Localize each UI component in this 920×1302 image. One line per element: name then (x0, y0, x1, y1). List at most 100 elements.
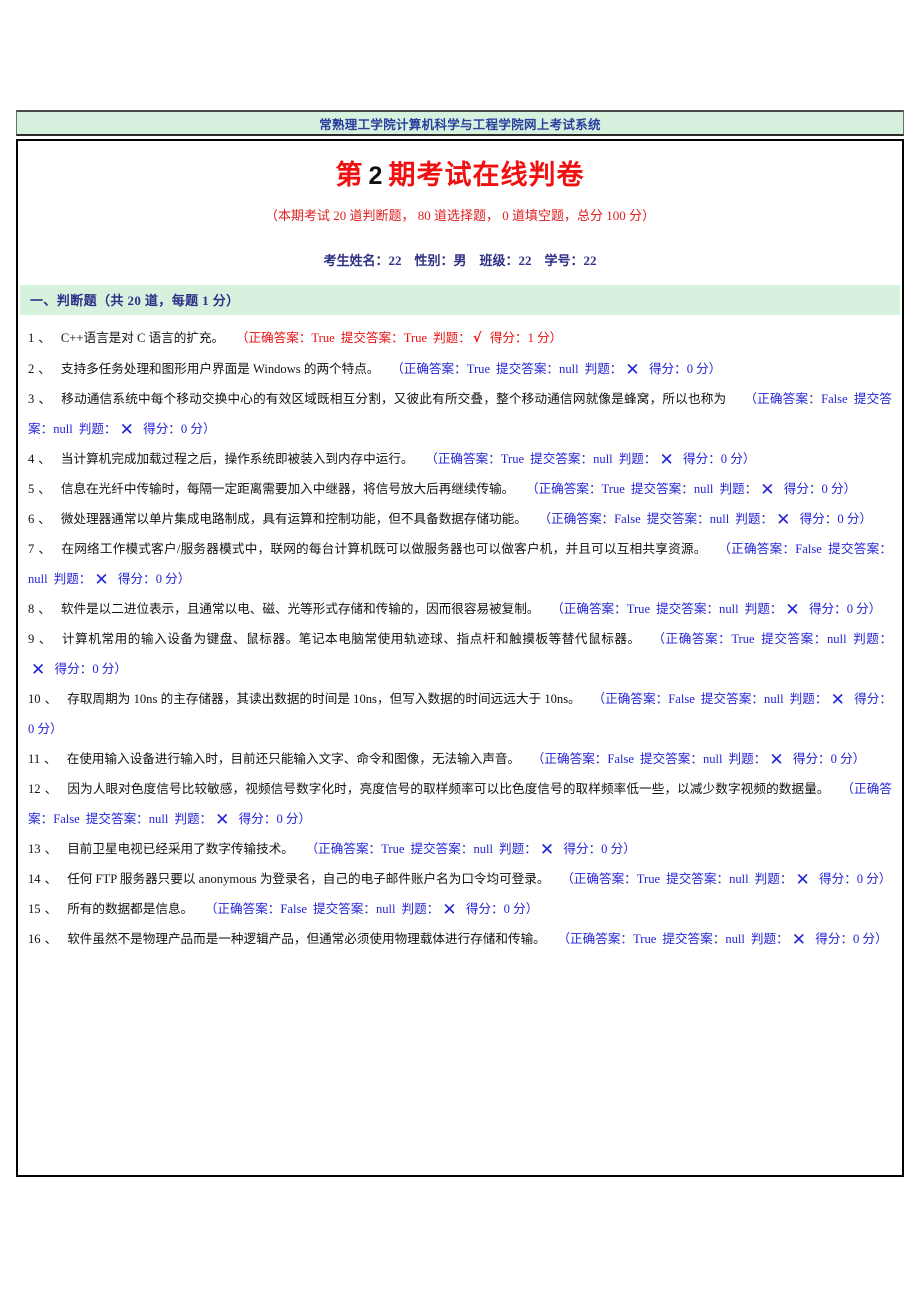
question-number-separator: 、 (44, 781, 58, 796)
exam-sheet: 第 2 期考试在线判卷 （本期考试 20 道判断题， 80 道选择题， 0 道填空题… (16, 139, 904, 1177)
correct-answer-label: 正确答案： (757, 391, 822, 406)
cross-mark-icon: ✕ (785, 599, 800, 620)
correct-answer-label: 正确答案： (551, 511, 615, 526)
question-number: 12 (28, 781, 41, 796)
paren-close: ） (549, 330, 563, 345)
question-item: 11、在使用输入设备进行输入时，目前还只能输入文字、命令和图像，无法输入声音。（… (28, 744, 892, 774)
score-label: 得分： (847, 691, 893, 706)
score-label: 得分： (802, 601, 847, 616)
judgement-label: 判题： (78, 421, 117, 436)
cross-mark-icon: ✕ (625, 359, 640, 380)
score-label: 得分： (786, 751, 831, 766)
judgement-label: 判题： (789, 691, 828, 706)
answer-annotation: （正确答案：True提交答案：null判题：✕ 得分：0 分） (539, 601, 881, 618)
cross-mark-icon: ✕ (760, 479, 775, 500)
answer-annotation: （正确答案：True提交答案：null判题：✕ 得分：0 分） (514, 481, 857, 498)
answer-annotation: （正确答案：True提交答案：null判题：✕ 得分：0 分） (414, 451, 756, 468)
submitted-answer-value: null (719, 601, 739, 616)
correct-answer-value: True (636, 871, 661, 886)
correct-answer-value: False (53, 811, 80, 826)
question-text: 目前卫星电视已经采用了数字传输技术。 (67, 841, 294, 856)
question-item: 14、任何 FTP 服务器只要以 anonymous 为登录名，自己的电子邮件账… (28, 864, 892, 894)
paren-close: ） (50, 721, 63, 736)
submitted-answer-label: 提交答案： (662, 931, 726, 946)
paren-close: ） (878, 871, 892, 886)
judgement-label: 判题： (719, 481, 758, 496)
correct-answer-label: 正确答案： (248, 330, 312, 345)
submitted-answer-value: null (826, 631, 847, 646)
submitted-answer-label: 提交答案： (666, 871, 730, 886)
correct-answer-label: 正确答案： (403, 361, 467, 376)
correct-answer-value: True (601, 481, 625, 496)
paren-close: ） (177, 571, 191, 586)
paren-close: ） (742, 451, 756, 466)
question-number: 10 (28, 691, 41, 706)
submitted-answer-value: null (593, 451, 613, 466)
question-item: 8、软件是以二进位表示，且通常以电、磁、光等形式存储和传输的，因而很容易被复制。… (28, 594, 892, 624)
answer-annotation: （正确答案：True 提交答案：True 判题： √ 得分：1 分） (224, 330, 563, 346)
question-text: 当计算机完成加载过程之后，操作系统即被装入到内存中运行。 (60, 451, 414, 466)
correct-answer-value: False (668, 691, 695, 706)
correct-answer-value: False (280, 901, 307, 916)
correct-answer-label: 正确答案： (217, 901, 281, 916)
question-item: 13、目前卫星电视已经采用了数字传输技术。 （正确答案：True 提交答案：null… (28, 834, 892, 864)
judgement-label: 判题： (174, 811, 213, 826)
question-text: C++语言是对 C 语言的扩充。 (60, 330, 225, 345)
student-class-label: 班级： (479, 252, 519, 268)
cross-mark-icon: ✕ (539, 839, 555, 860)
score-label: 得分： (557, 841, 602, 856)
judgement-label: 判题： (852, 631, 893, 646)
question-text: 移动通信系统中每个移动交换中心的有效区域既相互分割，又彼此有所交叠，整个移动通信… (61, 391, 727, 406)
paren-close: ） (843, 481, 857, 496)
question-text: 存取周期为 10ns 的主存储器，其读出数据的时间是 10ns，但写入数据的时间… (67, 691, 581, 706)
question-item: 4、当计算机完成加载过程之后，操作系统即被装入到内存中运行。 （正确答案：True… (28, 444, 892, 474)
score-value: 0 分 (686, 361, 709, 376)
correct-answer-label: 正确答案： (538, 481, 602, 496)
judgement-label: 判题： (744, 601, 783, 616)
question-number-separator: 、 (38, 361, 51, 376)
question-number-separator: 、 (44, 691, 58, 706)
question-number-separator: 、 (38, 631, 53, 646)
cross-mark-icon: ✕ (119, 419, 134, 440)
correct-answer-label: 正确答案： (570, 931, 634, 946)
submitted-answer-label: 提交答案： (646, 511, 710, 526)
score-label: 得分： (812, 871, 857, 886)
submitted-answer-label: 提交答案： (760, 631, 827, 646)
paren-close: ） (114, 661, 127, 676)
top-whitespace (0, 0, 920, 110)
question-text: 信息在光纤中传输时，每隔一定距离需要加入中继器，将信号放大后再继续传输。 (60, 481, 515, 496)
question-text: 在网络工作模式客户/服务器模式中，联网的每台计算机既可以做服务器也可以做客户机，… (61, 541, 707, 556)
paren-open: （ (658, 631, 666, 646)
cross-mark-icon: ✕ (776, 509, 791, 530)
correct-answer-label: 正确答案： (544, 751, 608, 766)
submitted-answer-value: null (729, 871, 749, 886)
submitted-answer-label: 提交答案： (410, 841, 474, 856)
submitted-answer-value: null (709, 511, 730, 526)
question-number: 11 (28, 751, 41, 766)
answer-annotation: （正确答案：False 提交答案：null 判题： ✕ 得分：0 分） (527, 511, 872, 528)
score-value: 0 分 (28, 721, 51, 736)
question-text: 因为人眼对色度信号比较敏感，视频信号数字化时，亮度信号的取样频率可以比色度信号的… (67, 781, 830, 796)
answer-annotation: （正确答案：True提交答案：null判题：✕ 得分：0 分） (550, 871, 892, 888)
question-list: 1、 C++语言是对 C 语言的扩充。 （正确答案：True 提交答案：True 判题：… (18, 315, 902, 968)
question-number: 14 (28, 871, 41, 886)
submitted-answer-value: null (148, 811, 169, 826)
question-text: 计算机常用的输入设备为键盘、鼠标器。笔记本电脑常使用轨迹球、指点杆和触摸板等替代… (62, 631, 641, 646)
question-text: 微处理器通常以单片集成电路制成，具有运算和控制功能，但不具备数据存储功能。 (60, 511, 527, 526)
score-label: 得分： (232, 811, 277, 826)
judgement-label: 判题： (750, 931, 789, 946)
submitted-answer-label: 提交答案： (656, 601, 720, 616)
check-mark-icon: √ (472, 330, 482, 346)
answer-annotation: （正确答案：False 提交答案：null 判题： ✕ 得分：0 分） (193, 901, 538, 918)
question-number-separator: 、 (44, 751, 57, 766)
score-value: 0 分 (155, 571, 178, 586)
paren-close: ） (298, 811, 312, 826)
cross-mark-icon: ✕ (94, 569, 109, 590)
score-label: 得分： (808, 931, 854, 946)
submitted-answer-value: null (53, 421, 73, 436)
student-info: 考生姓名：22 性别：男 班级：22 学号：22 (18, 250, 902, 269)
judgement-label: 判题： (53, 571, 92, 586)
question-item: 2、支持多任务处理和图形用户界面是 Windows 的两个特点。 （正确答案：Tr… (28, 354, 892, 384)
correct-answer-value: True (500, 451, 525, 466)
question-text: 软件是以二进位表示，且通常以电、磁、光等形式存储和传输的，因而很容易被复制。 (60, 601, 540, 616)
